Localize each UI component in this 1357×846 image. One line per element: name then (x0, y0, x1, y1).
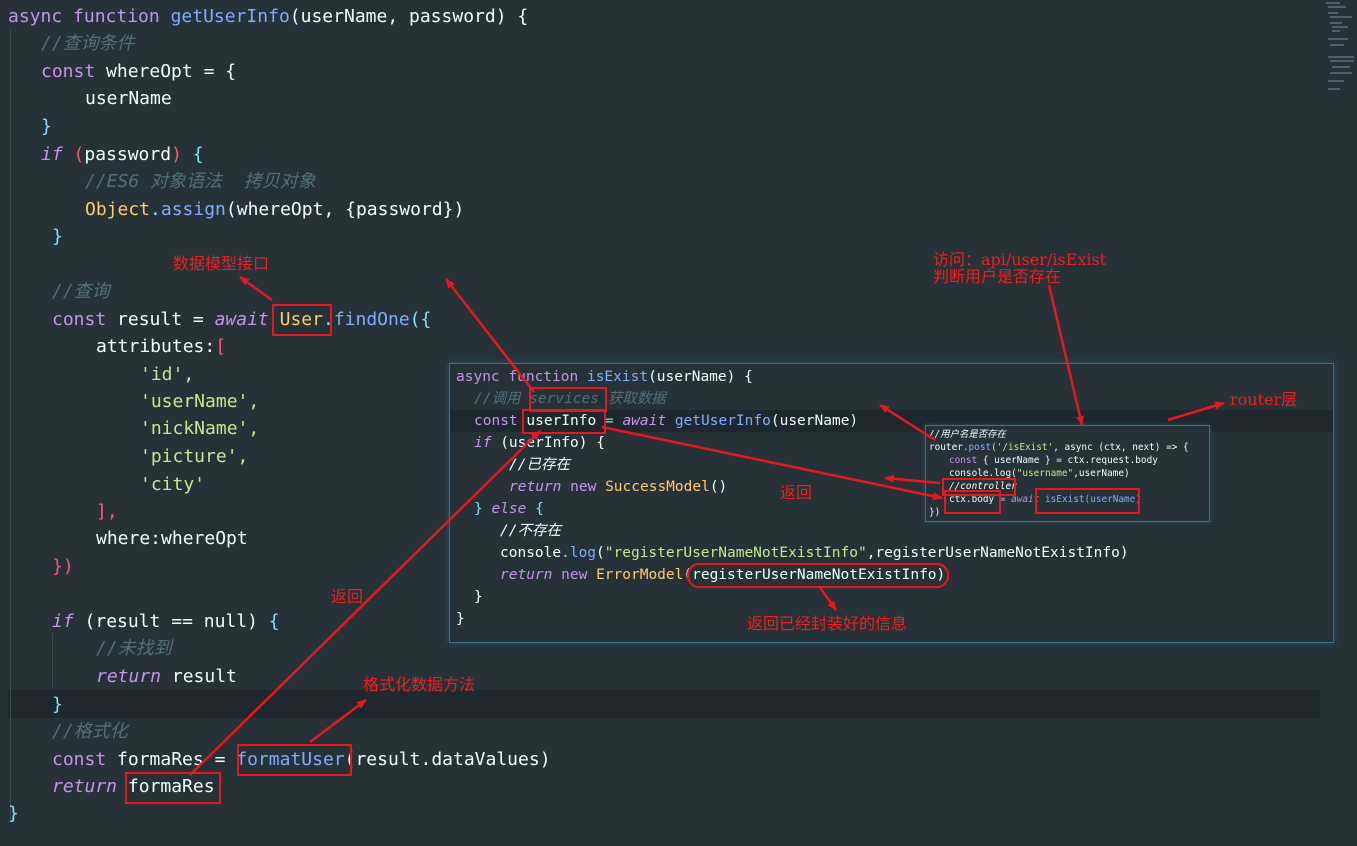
arrow-services-to-model (445, 278, 535, 393)
annotation-arrows (189, 275, 1225, 776)
arrow-formatuser-to-label (309, 699, 367, 743)
arrow-router-to-panel (879, 403, 936, 442)
arrow-formares-to-userinfo (189, 430, 541, 776)
arrow-error-to-label (817, 585, 838, 611)
arrow-user-to-label (239, 275, 273, 302)
arrow-api-to-router (1047, 284, 1084, 426)
arrow-userinfo-to-ctxbody (601, 425, 943, 501)
arrow-return-to-router (884, 474, 941, 485)
arrow-router-layer (1167, 401, 1225, 422)
